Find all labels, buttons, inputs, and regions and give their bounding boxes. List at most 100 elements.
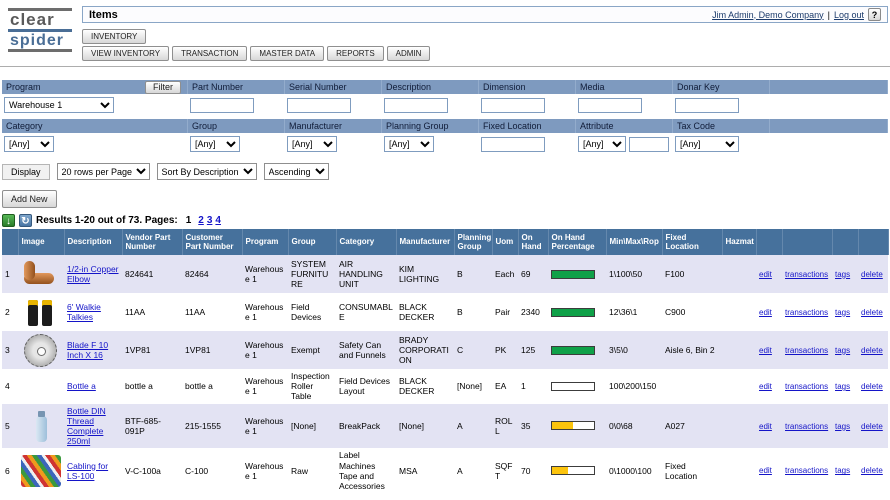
export-icon[interactable]: ↓ xyxy=(2,214,15,227)
sort-by-select[interactable]: Sort By Description xyxy=(157,163,257,180)
item-description-link[interactable]: Bottle a xyxy=(67,381,96,391)
vendor-part-cell: V-C-100a xyxy=(122,448,182,493)
filter-field-tax-code: Tax Code[Any] xyxy=(673,119,770,156)
item-description-link[interactable]: Blade F 10 Inch X 16 xyxy=(67,340,108,360)
edit-action-cell: edit xyxy=(756,369,782,404)
refresh-icon[interactable]: ↻ xyxy=(19,214,32,227)
filter-input-part-number[interactable] xyxy=(190,98,254,113)
edit-link[interactable]: edit xyxy=(759,308,772,317)
rows-per-page-select[interactable]: 20 rows per Page xyxy=(57,163,150,180)
filter-select-manufacturer[interactable]: [Any] xyxy=(287,136,337,152)
transactions-link[interactable]: transactions xyxy=(785,270,828,279)
nav-tab-view-inventory[interactable]: VIEW INVENTORY xyxy=(82,46,169,61)
filter-select-planning-group[interactable]: [Any] xyxy=(384,136,434,152)
current-page: 1 xyxy=(186,215,192,226)
delete-link[interactable]: delete xyxy=(861,382,883,391)
row-number: 2 xyxy=(2,293,18,331)
edit-link[interactable]: edit xyxy=(759,270,772,279)
item-description-link[interactable]: Bottle DIN Thread Complete 250ml xyxy=(67,406,106,447)
transactions-link[interactable]: transactions xyxy=(785,422,828,431)
tags-link[interactable]: tags xyxy=(835,270,850,279)
transactions-link[interactable]: transactions xyxy=(785,308,828,317)
customer-part-cell: 1VP81 xyxy=(182,331,242,369)
nav-tab-master-data[interactable]: MASTER DATA xyxy=(250,46,324,61)
filter-input-donar-key[interactable] xyxy=(675,98,739,113)
col-fixed-location: Fixed Location xyxy=(662,229,722,255)
nav-tab-admin[interactable]: ADMIN xyxy=(387,46,431,61)
tags-link[interactable]: tags xyxy=(835,382,850,391)
filter-select-tax-code[interactable]: [Any] xyxy=(675,136,739,152)
tab-inventory[interactable]: INVENTORY xyxy=(82,29,146,44)
page-link-2[interactable]: 2 xyxy=(198,215,204,226)
item-description-link[interactable]: Cabling for LS-100 xyxy=(67,461,108,481)
filter-label-attribute: Attribute xyxy=(580,119,614,133)
filter-field-category: Category[Any] xyxy=(2,119,188,156)
nav-tab-transaction[interactable]: TRANSACTION xyxy=(172,46,247,61)
planning-group-cell: A xyxy=(454,448,492,493)
filter-button[interactable]: Filter xyxy=(145,81,181,94)
transactions-link[interactable]: transactions xyxy=(785,346,828,355)
filter-input-dimension[interactable] xyxy=(481,98,545,113)
delete-link[interactable]: delete xyxy=(861,270,883,279)
top-header: clear spider Items Jim Admin, Demo Compa… xyxy=(0,0,890,61)
col-planning-group: Planning Group xyxy=(454,229,492,255)
clear-spider-logo: clear spider xyxy=(8,6,72,61)
filter-select-group[interactable]: [Any] xyxy=(190,136,240,152)
filter-input-serial-number[interactable] xyxy=(287,98,351,113)
filter-input-attribute[interactable] xyxy=(629,137,669,152)
saw-blade-thumbnail xyxy=(21,333,61,367)
col-action-tags xyxy=(832,229,858,255)
add-new-button[interactable]: Add New xyxy=(2,190,57,208)
edit-link[interactable]: edit xyxy=(759,346,772,355)
page-link-3[interactable]: 3 xyxy=(207,215,213,226)
tags-link[interactable]: tags xyxy=(835,422,850,431)
tags-link[interactable]: tags xyxy=(835,308,850,317)
tags-action-cell: tags xyxy=(832,255,858,293)
edit-link[interactable]: edit xyxy=(759,466,772,475)
logout-link[interactable]: Log out xyxy=(834,10,864,20)
user-account-link[interactable]: Jim Admin, Demo Company xyxy=(712,10,824,20)
filter-row-1: ProgramFilterWarehouse 1Part NumberSeria… xyxy=(2,80,888,117)
manufacturer-cell: BLACK DECKER xyxy=(396,369,454,404)
delete-link[interactable]: delete xyxy=(861,346,883,355)
sort-direction-select[interactable]: Ascending xyxy=(264,163,329,180)
nav-tab-reports[interactable]: REPORTS xyxy=(327,46,384,61)
filter-field-fixed-location: Fixed Location xyxy=(479,119,576,156)
filter-input-description[interactable] xyxy=(384,98,448,113)
group-cell: Exempt xyxy=(288,331,336,369)
customer-part-cell: 82464 xyxy=(182,255,242,293)
program-cell: Warehouse 1 xyxy=(242,331,288,369)
filter-select-program[interactable]: Warehouse 1 xyxy=(4,97,114,113)
tags-link[interactable]: tags xyxy=(835,346,850,355)
filter-select-category[interactable]: [Any] xyxy=(4,136,54,152)
manufacturer-cell: KIM LIGHTING xyxy=(396,255,454,293)
category-cell: AIR HANDLING UNIT xyxy=(336,255,396,293)
filter-label-media: Media xyxy=(580,80,605,94)
tags-link[interactable]: tags xyxy=(835,466,850,475)
filter-select-attribute[interactable]: [Any] xyxy=(578,136,626,152)
vendor-part-cell: BTF-685-091P xyxy=(122,404,182,449)
group-cell: Inspection Roller Table xyxy=(288,369,336,404)
delete-link[interactable]: delete xyxy=(861,308,883,317)
delete-link[interactable]: delete xyxy=(861,422,883,431)
col-on-hand-percentage: On Hand Percentage xyxy=(548,229,606,255)
filter-input-fixed-location[interactable] xyxy=(481,137,545,152)
transactions-link[interactable]: transactions xyxy=(785,466,828,475)
hazmat-cell xyxy=(722,448,756,493)
edit-link[interactable]: edit xyxy=(759,382,772,391)
tags-action-cell: tags xyxy=(832,404,858,449)
delete-link[interactable]: delete xyxy=(861,466,883,475)
transactions-action-cell: transactions xyxy=(782,369,832,404)
item-description-link[interactable]: 6' Walkie Talkies xyxy=(67,302,101,322)
table-body: 11/2-in Copper Elbow82464182464Warehouse… xyxy=(2,255,888,493)
filter-input-media[interactable] xyxy=(578,98,642,113)
page-link-4[interactable]: 4 xyxy=(215,215,221,226)
edit-link[interactable]: edit xyxy=(759,422,772,431)
on-hand-cell: 1 xyxy=(518,369,548,404)
col-group: Group xyxy=(288,229,336,255)
planning-group-cell: B xyxy=(454,293,492,331)
help-icon[interactable]: ? xyxy=(868,8,881,21)
transactions-link[interactable]: transactions xyxy=(785,382,828,391)
item-description-link[interactable]: 1/2-in Copper Elbow xyxy=(67,264,119,284)
header-main: Items Jim Admin, Demo Company | Log out … xyxy=(82,6,888,61)
